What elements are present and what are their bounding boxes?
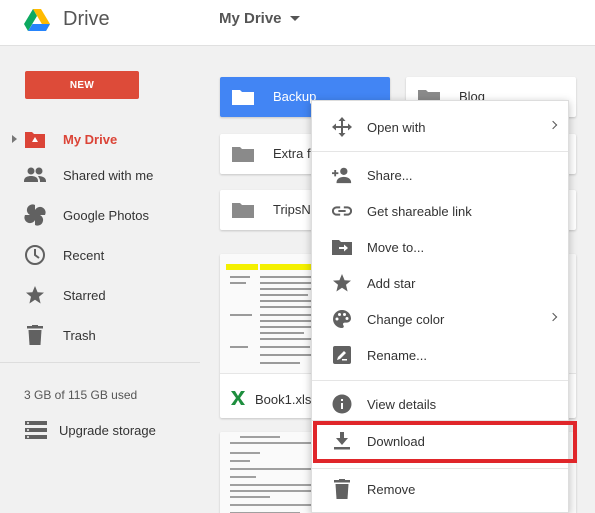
trash-icon: [332, 479, 352, 499]
menu-item-label: Rename...: [367, 347, 427, 363]
storage-usage: 3 GB of 115 GB used: [24, 388, 138, 402]
sidebar-item-label: Starred: [63, 287, 106, 303]
move-arrows-icon: [332, 117, 352, 137]
sidebar-item-starred[interactable]: Starred: [0, 280, 200, 310]
sidebar-item-label: My Drive: [63, 131, 118, 147]
upgrade-storage-label: Upgrade storage: [59, 423, 156, 438]
star-icon: [332, 273, 352, 293]
menu-item-open-with[interactable]: Open with: [312, 111, 568, 143]
menu-divider: [312, 380, 568, 381]
expand-arrow-icon[interactable]: [12, 135, 17, 143]
sidebar-item-label: Trash: [63, 327, 96, 343]
drive-logo-icon[interactable]: [24, 9, 50, 31]
sidebar-item-shared[interactable]: Shared with me: [0, 160, 200, 190]
menu-divider: [312, 420, 568, 421]
app-name[interactable]: Drive: [63, 8, 110, 31]
photos-icon: [23, 203, 47, 227]
menu-item-remove[interactable]: Remove: [312, 473, 568, 505]
trash-icon: [23, 323, 47, 347]
breadcrumb-my-drive[interactable]: My Drive: [219, 10, 300, 27]
sidebar-item-trash[interactable]: Trash: [0, 320, 200, 350]
menu-item-label: Remove: [367, 481, 416, 497]
menu-item-get-link[interactable]: Get shareable link: [312, 195, 568, 227]
sidebar-item-label: Shared with me: [63, 167, 154, 183]
storage-icon: [25, 421, 47, 444]
people-icon: [23, 163, 47, 187]
sidebar-item-photos[interactable]: Google Photos: [0, 200, 200, 230]
upgrade-storage-link[interactable]: Upgrade storage: [0, 418, 200, 444]
menu-item-view-details[interactable]: View details: [312, 388, 568, 420]
chevron-right-icon: [548, 312, 558, 322]
chevron-right-icon: [548, 120, 558, 130]
folder-name: TripsN: [273, 202, 311, 217]
sidebar-item-label: Recent: [63, 247, 105, 263]
add-person-icon: [332, 165, 352, 185]
menu-item-share[interactable]: Share...: [312, 159, 568, 191]
folder-name: Backup: [273, 89, 317, 104]
menu-item-label: Get shareable link: [367, 203, 472, 219]
info-icon: [332, 394, 352, 414]
spreadsheet-icon: [230, 390, 246, 411]
context-menu: Open with Share... Get shareable link Mo…: [311, 100, 569, 513]
sidebar-item-recent[interactable]: Recent: [0, 240, 200, 270]
menu-item-label: Open with: [367, 119, 426, 135]
new-button[interactable]: NEW: [25, 71, 139, 99]
menu-item-label: Share...: [367, 167, 413, 183]
menu-item-label: Move to...: [367, 239, 425, 255]
folder-name: Extra f: [273, 146, 311, 161]
link-icon: [332, 201, 352, 221]
menu-divider: [312, 468, 568, 469]
menu-divider: [312, 151, 568, 152]
my-drive-icon: [23, 127, 47, 151]
palette-icon: [332, 309, 352, 329]
menu-item-rename[interactable]: Rename...: [312, 339, 568, 371]
folder-icon: [232, 202, 254, 221]
download-icon: [332, 431, 352, 451]
file-name: Book1.xls: [255, 392, 312, 407]
menu-item-label: Add star: [367, 275, 416, 291]
sidebar-item-my-drive[interactable]: My Drive: [0, 124, 200, 154]
sidebar-divider: [0, 362, 200, 363]
rename-icon: [332, 345, 352, 365]
folder-icon: [232, 146, 254, 165]
star-icon: [23, 283, 47, 307]
sidebar-item-label: Google Photos: [63, 207, 150, 223]
folder-move-icon: [332, 237, 352, 257]
breadcrumb-label: My Drive: [219, 10, 282, 27]
menu-item-download[interactable]: Download: [312, 425, 568, 457]
menu-item-move-to[interactable]: Move to...: [312, 231, 568, 263]
folder-icon: [232, 89, 254, 108]
menu-item-label: Download: [367, 433, 425, 449]
chevron-down-icon: [289, 16, 300, 21]
menu-item-label: Change color: [367, 311, 445, 327]
clock-icon: [23, 243, 47, 267]
menu-item-add-star[interactable]: Add star: [312, 267, 568, 299]
menu-item-change-color[interactable]: Change color: [312, 303, 568, 335]
menu-item-label: View details: [367, 396, 437, 412]
top-bar: Drive My Drive: [0, 0, 595, 46]
